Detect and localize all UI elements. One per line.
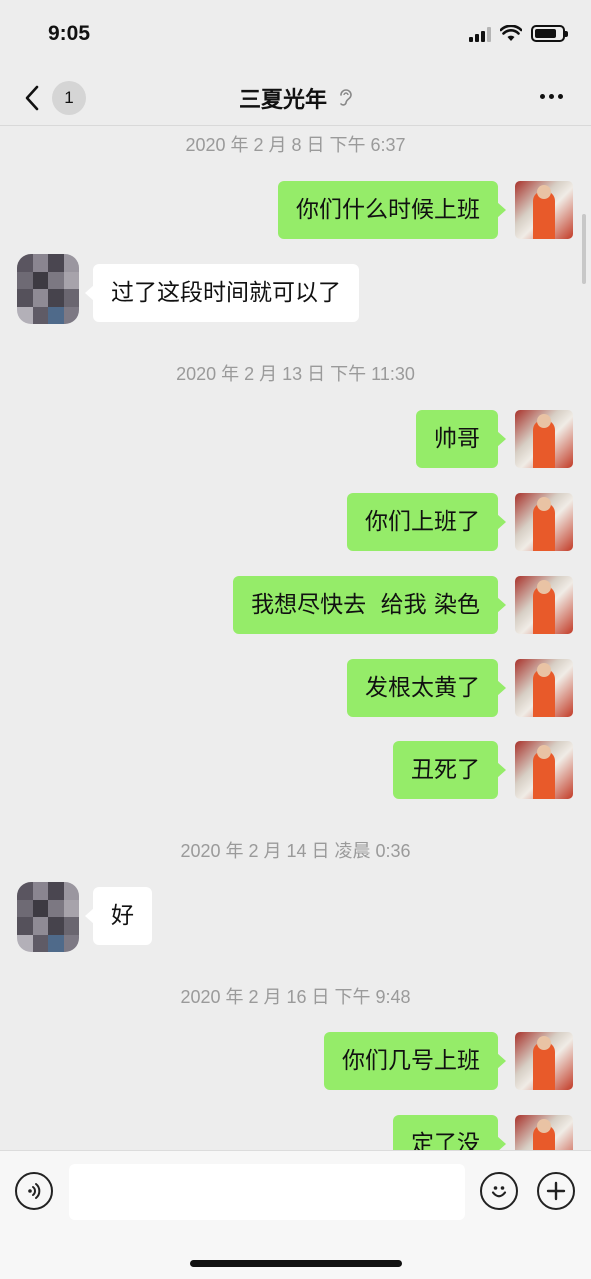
message-bubble[interactable]: 你们上班了 — [347, 493, 506, 551]
my-avatar[interactable] — [515, 741, 573, 799]
voice-icon — [28, 1183, 41, 1199]
emoji-button[interactable] — [480, 1172, 518, 1210]
wifi-icon — [500, 25, 522, 41]
message-bubble[interactable]: 发根太黄了 — [347, 659, 506, 717]
message-bubble[interactable]: 好 — [85, 887, 152, 945]
my-avatar[interactable] — [515, 181, 573, 239]
voice-input-button[interactable] — [15, 1172, 53, 1210]
home-indicator — [190, 1260, 402, 1267]
message-bubble[interactable]: 你们什么时候上班 — [278, 181, 506, 239]
more-functions-button[interactable] — [537, 1172, 575, 1210]
status-time: 9:05 — [48, 22, 91, 45]
message-bubble[interactable]: 过了这段时间就可以了 — [85, 264, 359, 322]
my-avatar[interactable] — [515, 1115, 573, 1150]
chat-title: 三夏光年 — [238, 88, 327, 113]
my-avatar[interactable] — [515, 659, 573, 717]
message-bubble[interactable]: 我想尽快去 给我 染色 — [233, 576, 506, 634]
message-input[interactable] — [69, 1164, 465, 1220]
chat-header: 1 三夏光年 — [0, 70, 591, 126]
timestamp: 2020 年 2 月 16 日 下午 9:48 — [180, 987, 411, 1007]
contact-avatar[interactable] — [17, 882, 79, 952]
message-list[interactable]: 2020 年 2 月 8 日 下午 6:37 你们什么时候上班 过了这段时间就可… — [0, 126, 591, 1150]
message-bubble[interactable]: 定了没 — [393, 1115, 506, 1150]
status-icons — [469, 25, 568, 42]
message-bubble[interactable]: 帅哥 — [416, 410, 506, 468]
ear-icon — [340, 89, 352, 106]
timestamp: 2020 年 2 月 14 日 凌晨 0:36 — [180, 841, 411, 861]
my-avatar[interactable] — [515, 493, 573, 551]
title-wrap: 三夏光年 — [0, 82, 591, 114]
contact-avatar[interactable] — [17, 254, 79, 324]
status-bar: 9:05 — [0, 0, 591, 70]
dot-icon — [557, 93, 563, 99]
my-avatar[interactable] — [515, 410, 573, 468]
dot-icon — [539, 93, 545, 99]
dot-icon — [548, 93, 554, 99]
scrollbar[interactable] — [582, 214, 586, 284]
timestamp: 2020 年 2 月 13 日 下午 11:30 — [176, 364, 415, 384]
emoji-icon — [491, 1186, 507, 1198]
cellular-signal-icon — [469, 26, 491, 42]
plus-icon — [546, 1181, 566, 1201]
my-avatar[interactable] — [515, 576, 573, 634]
timestamp: 2020 年 2 月 8 日 下午 6:37 — [185, 135, 406, 155]
message-bubble[interactable]: 你们几号上班 — [324, 1032, 506, 1090]
battery-icon — [531, 25, 568, 42]
message-bubble[interactable]: 丑死了 — [393, 741, 506, 799]
more-options-button[interactable] — [533, 84, 569, 108]
my-avatar[interactable] — [515, 1032, 573, 1090]
